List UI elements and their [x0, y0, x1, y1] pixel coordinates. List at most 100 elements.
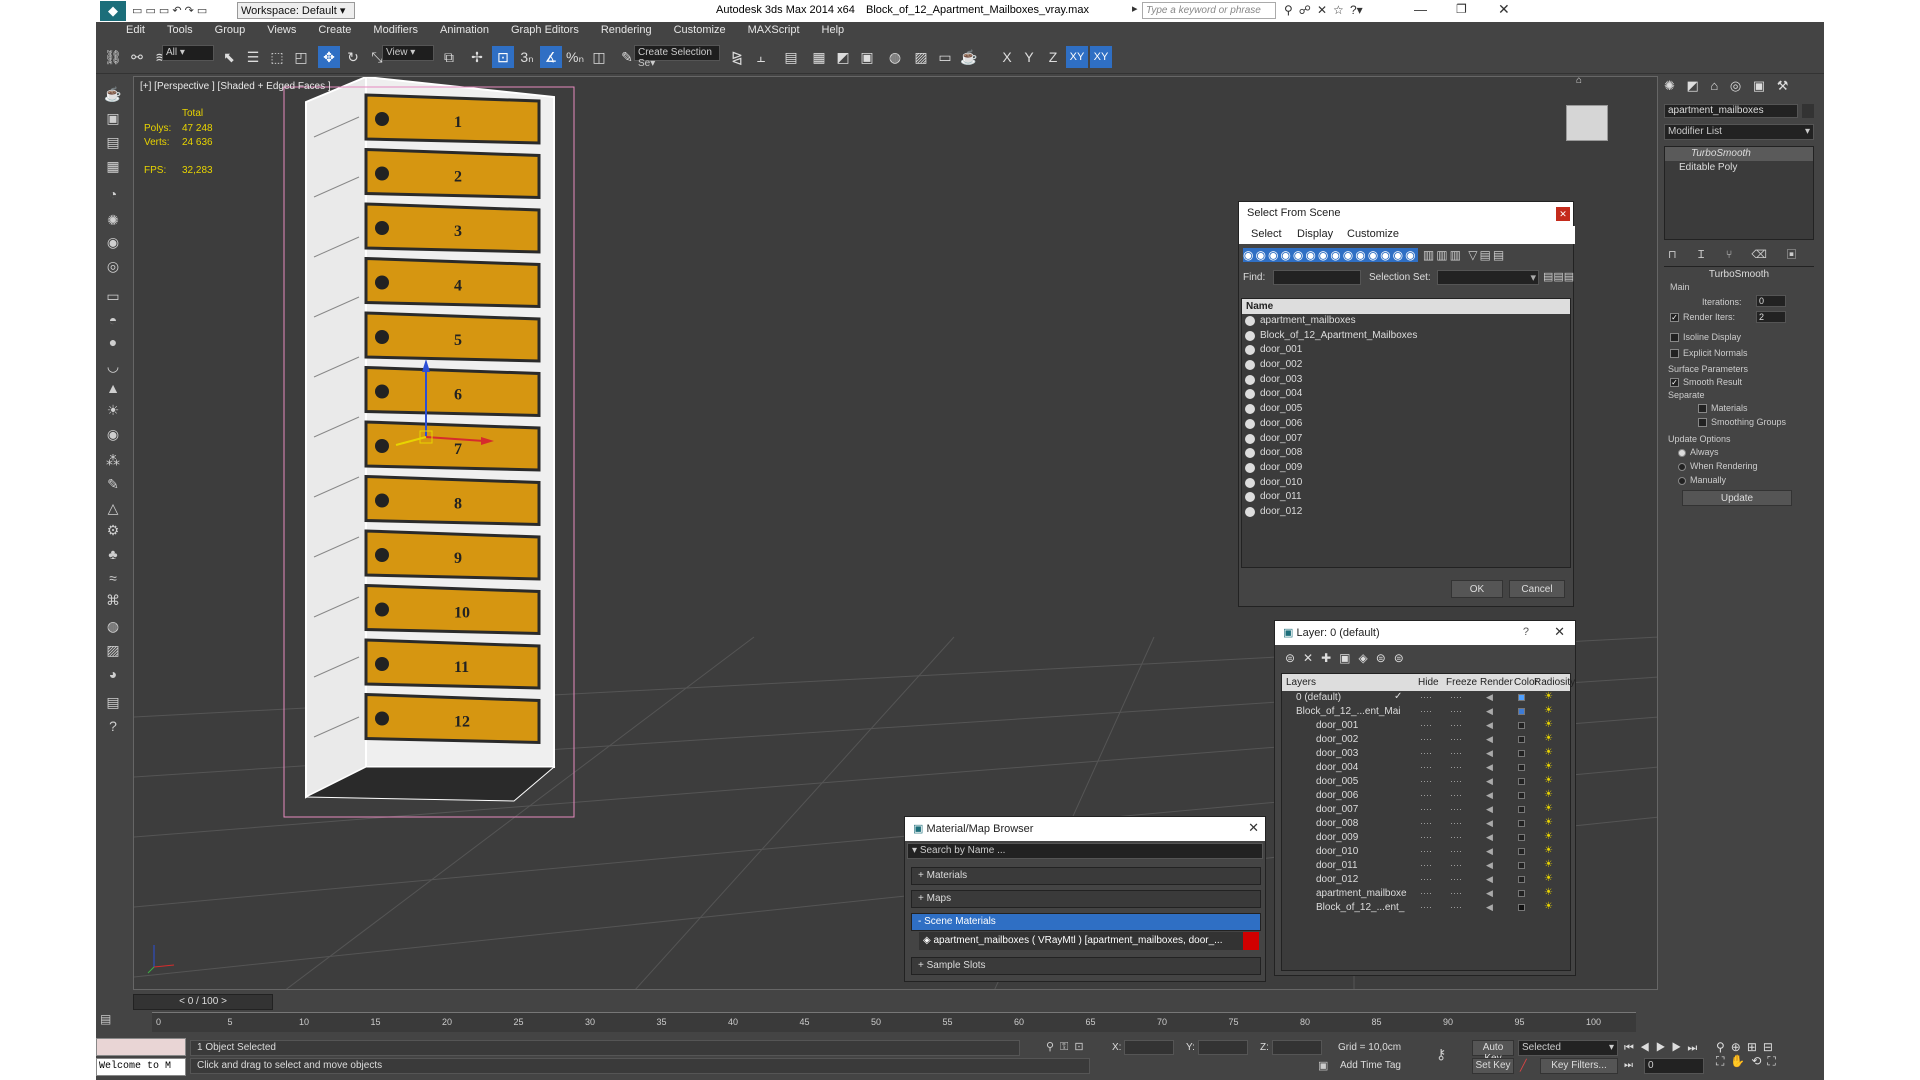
scene-materials-section[interactable]: - Scene Materials [911, 913, 1261, 931]
selection-set-dropdown[interactable]: ▾ [1437, 270, 1539, 285]
hide-toggle[interactable]: ···· [1420, 846, 1432, 856]
viewport-label[interactable]: [+] [Perspective ] [Shaded + Edged Faces… [140, 81, 331, 92]
close-button[interactable]: ✕ [1498, 1, 1510, 18]
select-dialog-close-button[interactable]: ✕ [1556, 207, 1570, 221]
rendered-frame-icon[interactable]: ▭ [934, 46, 956, 68]
iterations-spinner[interactable]: 0 [1756, 295, 1796, 308]
col-radiosity[interactable]: Radiosity [1534, 677, 1575, 688]
render-toggle[interactable]: ◀ [1486, 874, 1493, 885]
hide-toggle[interactable]: ···· [1420, 818, 1432, 828]
stack-item-turbosmooth[interactable]: TurboSmooth [1665, 147, 1813, 161]
update-rendering-row[interactable]: When Rendering [1678, 461, 1758, 471]
layer-help-icon[interactable]: ? [1523, 626, 1529, 638]
menu-group[interactable]: Group [204, 22, 257, 40]
radiosity-icon[interactable]: ☀ [1544, 817, 1553, 828]
menu-maxscript[interactable]: MAXScript [737, 22, 811, 40]
set-key-button[interactable]: Set Key [1472, 1058, 1514, 1074]
material-browser-close-button[interactable]: ✕ [1248, 820, 1259, 836]
radiosity-icon[interactable]: ☀ [1544, 901, 1553, 912]
freeze-toggle[interactable]: ···· [1450, 734, 1462, 744]
hide-toggle[interactable]: ···· [1420, 720, 1432, 730]
freeze-toggle[interactable]: ···· [1450, 804, 1462, 814]
freeze-toggle[interactable]: ···· [1450, 902, 1462, 912]
scene-list-item[interactable]: door_001 [1242, 343, 1570, 358]
freeze-toggle[interactable]: ···· [1450, 692, 1462, 702]
render-toggle[interactable]: ◀ [1486, 818, 1493, 829]
render-toggle[interactable]: ◀ [1486, 902, 1493, 913]
gear-icon[interactable]: ⚙ [102, 522, 124, 542]
set-key-icon[interactable]: ╱ [1520, 1059, 1527, 1072]
maximize-button[interactable]: ❐ [1456, 2, 1467, 16]
lamp-icon[interactable]: ◔ [102, 186, 124, 206]
isoline-row[interactable]: Isoline Display [1670, 332, 1741, 343]
render-toggle[interactable]: ◀ [1486, 720, 1493, 731]
isoline-checkbox[interactable] [1670, 333, 1679, 343]
freeze-toggle[interactable]: ···· [1450, 888, 1462, 898]
scene-list-item[interactable]: door_011 [1242, 490, 1570, 505]
maps-section[interactable]: + Maps [911, 890, 1261, 908]
menu-views[interactable]: Views [256, 22, 307, 40]
scene-list-item[interactable]: door_012 [1242, 505, 1570, 520]
trackbar-toggle-icon[interactable]: ▤ [100, 1012, 111, 1026]
select-object-icon[interactable]: ⬉ [218, 46, 240, 68]
update-always-radio[interactable] [1678, 448, 1686, 457]
layer-color-swatch[interactable] [1518, 890, 1525, 897]
playback-controls[interactable]: ⏮◀▶▶⏭ [1624, 1042, 1703, 1055]
layer-color-swatch[interactable] [1518, 764, 1525, 771]
layer-color-swatch[interactable] [1518, 848, 1525, 855]
scene-list-item[interactable]: door_007 [1242, 432, 1570, 447]
layer-toolbar[interactable]: ⊜✕✚▣◈⊜⊜ [1285, 651, 1412, 665]
radiosity-icon[interactable]: ☀ [1544, 691, 1553, 702]
render-toggle[interactable]: ◀ [1486, 706, 1493, 717]
infocenter-icons[interactable]: ⚲☍✕☆ [1284, 3, 1350, 17]
layer-row[interactable]: door_001 ···· ···· ◀ ☀ [1282, 719, 1570, 733]
render-toggle[interactable]: ◀ [1486, 804, 1493, 815]
radiosity-icon[interactable]: ☀ [1544, 803, 1553, 814]
layer-color-swatch[interactable] [1518, 876, 1525, 883]
menu-rendering[interactable]: Rendering [590, 22, 663, 40]
menu-graph-editors[interactable]: Graph Editors [500, 22, 590, 40]
percent-snap-icon[interactable]: %ₙ [564, 46, 586, 68]
radiosity-icon[interactable]: ☀ [1544, 719, 1553, 730]
find-input[interactable] [1273, 270, 1361, 285]
knot-icon[interactable]: ⌘ [102, 592, 124, 612]
radiosity-icon[interactable]: ☀ [1544, 831, 1553, 842]
align-icon[interactable]: ⫠ [750, 46, 772, 68]
render-toggle[interactable]: ◀ [1486, 734, 1493, 745]
col-layers[interactable]: Layers [1286, 677, 1316, 688]
render-toggle[interactable]: ◀ [1486, 776, 1493, 787]
hide-toggle[interactable]: ···· [1420, 692, 1432, 702]
layer-manager-icon[interactable]: ▤ [780, 46, 802, 68]
radiosity-icon[interactable]: ☀ [1544, 789, 1553, 800]
scene-explorer-icon[interactable]: ▦ [808, 46, 830, 68]
scene-list-item[interactable]: door_003 [1242, 373, 1570, 388]
viewport-nav-controls[interactable]: ⚲⊕⊞⊟ ⛶✋⟲⛶ [1716, 1040, 1782, 1069]
render-toggle[interactable]: ◀ [1486, 790, 1493, 801]
scene-list-item[interactable]: door_002 [1242, 358, 1570, 373]
update-manually-row[interactable]: Manually [1678, 475, 1726, 485]
radiosity-icon[interactable]: ☀ [1544, 873, 1553, 884]
quick-access-icons[interactable]: ▭ ▭ ▭ ↶ ↷ ▭ [132, 4, 207, 17]
freeze-toggle[interactable]: ···· [1450, 706, 1462, 716]
select-menu-customize[interactable]: Customize [1347, 228, 1399, 240]
key-icon[interactable]: ⚷ [1436, 1046, 1446, 1063]
radiosity-icon[interactable]: ☀ [1544, 705, 1553, 716]
pivot-center-icon[interactable]: ⧉ [438, 46, 460, 68]
layer-row[interactable]: door_012 ···· ···· ◀ ☀ [1282, 873, 1570, 887]
scene-list-item[interactable]: door_009 [1242, 461, 1570, 476]
layer-color-swatch[interactable] [1518, 736, 1525, 743]
pyramid-icon[interactable]: △ [102, 500, 124, 520]
scene-list-item[interactable]: door_008 [1242, 446, 1570, 461]
globe-icon[interactable]: ◍ [102, 618, 124, 638]
radiosity-icon[interactable]: ☀ [1544, 845, 1553, 856]
material-search-input[interactable]: ▾ Search by Name ... [907, 843, 1263, 859]
scene-list-item[interactable]: door_004 [1242, 387, 1570, 402]
hide-toggle[interactable]: ···· [1420, 832, 1432, 842]
camera-icon[interactable]: ◎ [102, 258, 124, 278]
maxscript-welcome[interactable]: Welcome to M [96, 1058, 186, 1076]
menu-animation[interactable]: Animation [429, 22, 500, 40]
curve-editor-icon[interactable]: ◩ [832, 46, 854, 68]
hide-toggle[interactable]: ···· [1420, 748, 1432, 758]
image-icon[interactable]: ▨ [102, 642, 124, 662]
render-icon[interactable]: ☕ [958, 46, 980, 68]
